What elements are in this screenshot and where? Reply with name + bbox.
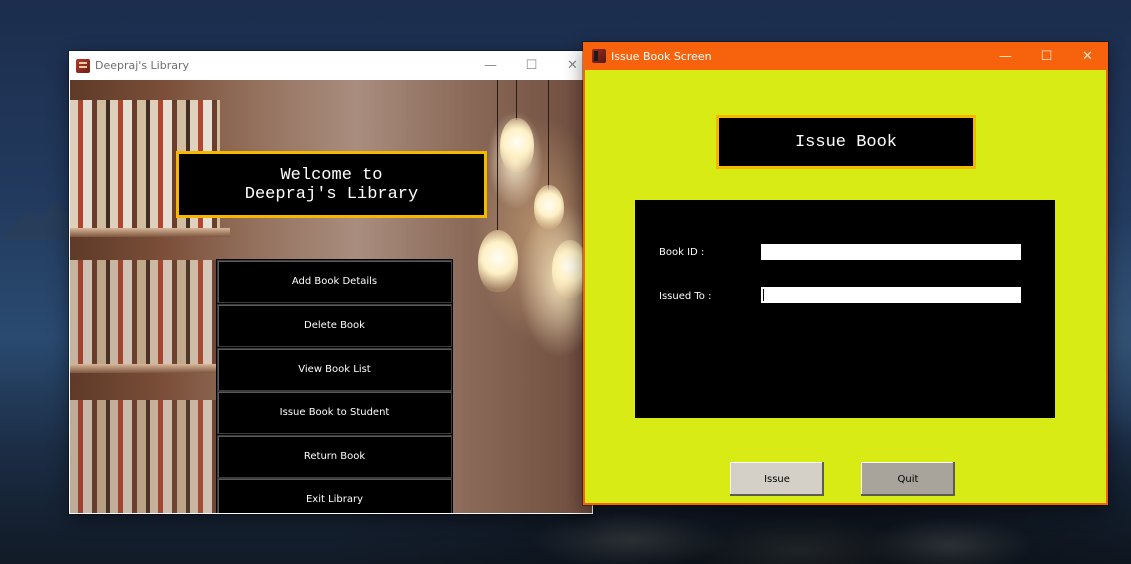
bookshelf-shelf xyxy=(70,228,230,237)
desktop-background: Deepraj's Library — ☐ ✕ Welcome to Deepr… xyxy=(0,0,1131,564)
book-icon xyxy=(592,49,606,63)
issue-button[interactable]: Issue xyxy=(730,462,824,496)
bookshelf-books xyxy=(70,260,220,364)
issue-form-panel: Book ID : Issued To : xyxy=(635,200,1055,418)
bookshelf-shelf xyxy=(70,364,230,373)
main-titlebar[interactable]: Deepraj's Library — ☐ ✕ xyxy=(69,51,593,80)
issue-book-window: Issue Book Screen — ☐ ✕ Issue Book Book … xyxy=(583,42,1108,505)
light-bulb xyxy=(500,118,534,172)
library-background-image: Welcome to Deepraj's Library Add Book De… xyxy=(70,80,592,513)
menu-panel: Add Book Details Delete Book View Book L… xyxy=(216,259,453,513)
quit-button[interactable]: Quit xyxy=(861,462,955,496)
issue-book-to-student-button[interactable]: Issue Book to Student xyxy=(217,391,452,434)
return-book-button[interactable]: Return Book xyxy=(217,435,452,478)
delete-book-button[interactable]: Delete Book xyxy=(217,304,452,347)
window-title: Issue Book Screen xyxy=(611,49,712,63)
close-button[interactable]: ✕ xyxy=(1067,42,1108,71)
bookshelf-books xyxy=(70,400,220,513)
minimize-button[interactable]: — xyxy=(985,42,1026,71)
maximize-button[interactable]: ☐ xyxy=(511,51,552,80)
book-id-input[interactable] xyxy=(761,244,1021,260)
welcome-banner: Welcome to Deepraj's Library xyxy=(176,151,487,218)
window-title: Deepraj's Library xyxy=(95,59,190,72)
welcome-line-1: Welcome to xyxy=(280,165,383,185)
light-bulb xyxy=(478,230,518,292)
issued-to-input[interactable] xyxy=(761,287,1021,303)
lamp-wire xyxy=(516,80,517,120)
text-caret xyxy=(763,289,764,301)
issued-to-label: Issued To : xyxy=(659,291,712,302)
maximize-button[interactable]: ☐ xyxy=(1026,42,1067,71)
add-book-details-button[interactable]: Add Book Details xyxy=(217,260,452,303)
light-bulb xyxy=(534,185,564,229)
minimize-button[interactable]: — xyxy=(470,51,511,80)
welcome-line-2: Deepraj's Library xyxy=(244,184,419,204)
issue-book-canvas: Issue Book Book ID : Issued To : Issue Q… xyxy=(585,70,1106,503)
issue-book-heading: Issue Book xyxy=(716,115,976,169)
issue-titlebar[interactable]: Issue Book Screen — ☐ ✕ xyxy=(583,42,1108,70)
issued-to-field-wrapper xyxy=(761,287,1021,303)
library-main-window: Deepraj's Library — ☐ ✕ Welcome to Deepr… xyxy=(69,51,593,514)
lamp-wire xyxy=(548,80,549,190)
view-book-list-button[interactable]: View Book List xyxy=(217,348,452,391)
exit-library-button[interactable]: Exit Library xyxy=(217,478,452,513)
book-id-label: Book ID : xyxy=(659,247,705,258)
lamp-wire xyxy=(497,80,498,230)
book-icon xyxy=(76,58,90,73)
